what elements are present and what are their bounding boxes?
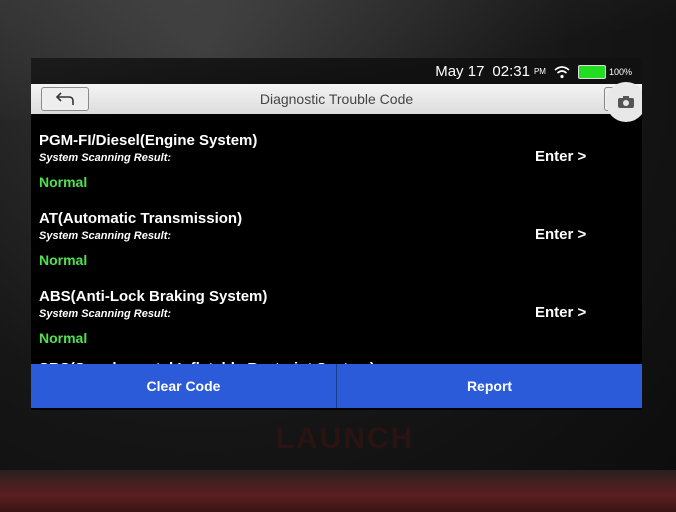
scan-result-label: System Scanning Result: (39, 152, 172, 164)
battery-icon (577, 64, 606, 79)
list-item[interactable]: PGM-FI/Diesel(Engine System) System Scan… (31, 128, 642, 206)
scan-result-label: System Scanning Result: (39, 230, 172, 242)
list-item[interactable]: AT(Automatic Transmission) System Scanni… (31, 206, 642, 284)
system-name: ABS(Anti-Lock Braking System) (39, 288, 268, 305)
page-title: Diagnostic Trouble Code (259, 91, 414, 107)
clear-code-button[interactable]: Clear Code (31, 364, 336, 408)
title-bar: Diagnostic Trouble Code (31, 82, 642, 122)
scan-status: Normal (39, 174, 88, 190)
scan-status: Normal (39, 330, 88, 346)
battery-indicator: 100% (577, 64, 632, 79)
enter-link[interactable]: Enter > (535, 226, 586, 243)
system-name: PGM-FI/Diesel(Engine System) (39, 132, 258, 149)
status-date: May 17 (435, 63, 485, 80)
scan-status: Normal (39, 252, 88, 268)
screen: May 17 02:31 PM 100% Diagnostic Trouble … (31, 58, 642, 410)
system-name: AT(Automatic Transmission) (39, 210, 243, 227)
status-time: 02:31 (492, 63, 530, 80)
status-bar: May 17 02:31 PM 100% (31, 58, 642, 84)
report-button[interactable]: Report (337, 364, 642, 408)
device-brand-logo: LAUNCH (275, 422, 415, 455)
camera-icon (618, 96, 634, 108)
scan-result-label: System Scanning Result: (39, 308, 172, 320)
device-bottom-trim (0, 470, 676, 512)
battery-level: 100% (608, 66, 632, 77)
status-ampm: PM (533, 67, 546, 76)
enter-link[interactable]: Enter > (535, 148, 586, 165)
action-bar: Clear Code Report (31, 364, 642, 408)
enter-link[interactable]: Enter > (535, 304, 586, 321)
camera-button[interactable] (606, 82, 642, 122)
system-list: PGM-FI/Diesel(Engine System) System Scan… (31, 128, 642, 362)
wifi-icon (554, 65, 570, 78)
list-item[interactable]: ABS(Anti-Lock Braking System) System Sca… (31, 284, 642, 362)
